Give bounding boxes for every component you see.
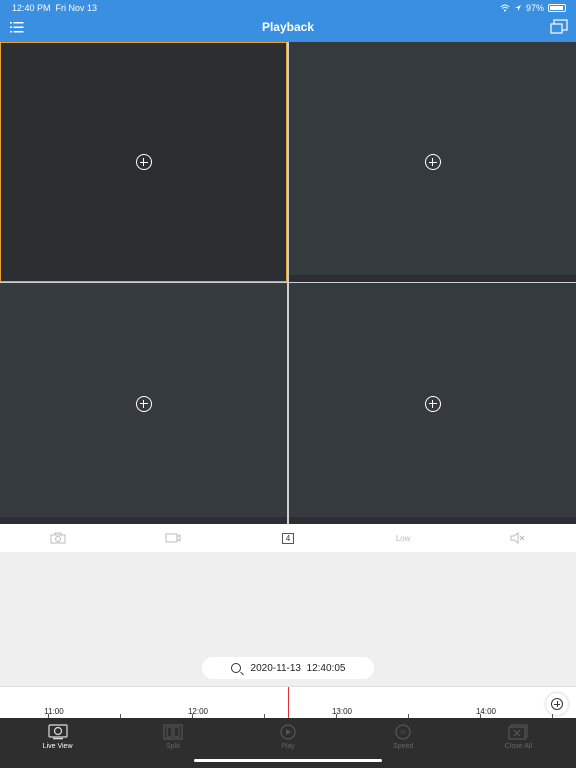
playback-screen: 12:40 PM Fri Nov 13 97% Playback 4 Low 2…: [0, 0, 576, 768]
playback-toolbar: 4 Low: [0, 524, 576, 552]
home-indicator: [194, 759, 382, 762]
snapshot-button[interactable]: [0, 524, 115, 552]
header: 12:40 PM Fri Nov 13 97% Playback: [0, 0, 576, 42]
timeline-label: 13:00: [331, 707, 353, 716]
video-pane-3[interactable]: [0, 283, 287, 524]
timeline-label: 14:00: [475, 707, 497, 716]
close-all-icon: [508, 724, 528, 740]
mute-button[interactable]: [461, 524, 576, 552]
play-icon: [280, 724, 296, 740]
date-text: Fri Nov 13: [55, 3, 98, 13]
timeline-label: 12:00: [187, 707, 209, 716]
tab-label: Speed: [393, 743, 414, 750]
battery-text: 97%: [525, 3, 544, 13]
camera-icon: [50, 532, 66, 544]
zoom-in-button[interactable]: [546, 693, 568, 715]
pane-status-bar: [1, 274, 286, 281]
quality-label: Low: [395, 533, 411, 543]
tab-label: Live View: [42, 743, 73, 750]
tab-label: Split: [165, 743, 180, 750]
add-channel-icon[interactable]: [135, 395, 152, 412]
quality-button[interactable]: Low: [346, 524, 461, 552]
pane-status-bar: [0, 517, 287, 524]
speed-icon: 1X: [395, 724, 411, 740]
video-pane-4[interactable]: [289, 283, 576, 524]
tab-label: Close All: [504, 743, 533, 750]
location-icon: [514, 5, 521, 11]
status-right: 97%: [500, 3, 566, 13]
playback-datetime: 2020-11-13 12:40:05: [250, 662, 346, 674]
battery-icon: [548, 4, 566, 12]
add-channel-icon[interactable]: [424, 154, 441, 170]
video-grid: [0, 42, 576, 524]
tab-label: Play: [281, 743, 295, 750]
timeline-playhead[interactable]: [288, 687, 289, 719]
date-time-selector[interactable]: 2020-11-13 12:40:05: [202, 657, 374, 679]
speaker-mute-icon: [510, 532, 525, 544]
video-record-icon: [165, 533, 181, 543]
video-pane-1[interactable]: [0, 42, 287, 282]
add-channel-icon[interactable]: [135, 154, 152, 170]
tab-close-all[interactable]: Close All: [461, 718, 576, 768]
status-time: 12:40 PM Fri Nov 13: [12, 3, 97, 13]
record-button[interactable]: [115, 524, 230, 552]
wifi-icon: [500, 4, 510, 12]
page-title: Playback: [261, 20, 315, 34]
zoom-in-icon: [551, 698, 563, 710]
live-view-icon: [47, 724, 68, 740]
video-pane-2[interactable]: [289, 42, 576, 282]
search-icon: [230, 663, 241, 673]
split-count: 4: [282, 532, 294, 544]
clock-text: 12:40 PM: [12, 3, 51, 13]
pane-status-bar: [289, 517, 576, 524]
add-channel-icon[interactable]: [424, 395, 441, 412]
cast-icon[interactable]: [550, 19, 568, 35]
pane-status-bar: [289, 275, 576, 282]
split-icon: [163, 724, 183, 740]
tab-live-view[interactable]: Live View: [0, 718, 115, 768]
timeline[interactable]: 11:00 12:00 13:00 14:00: [0, 686, 576, 719]
svg-text:1X: 1X: [400, 730, 407, 736]
split-count-button[interactable]: 4: [230, 524, 345, 552]
